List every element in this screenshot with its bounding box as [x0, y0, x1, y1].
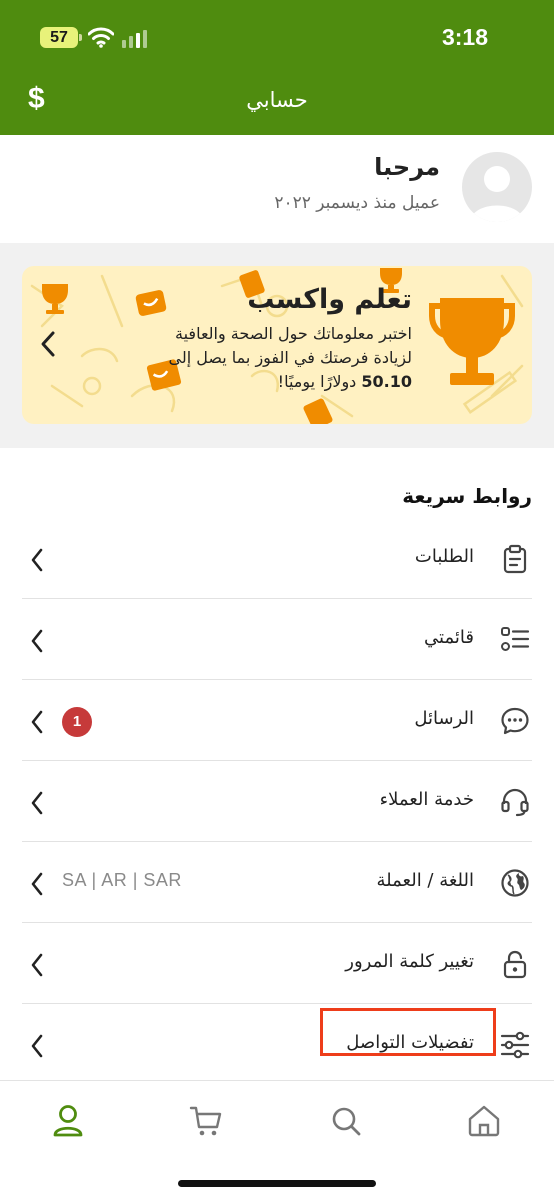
- lock-icon: [503, 950, 527, 979]
- learn-earn-banner[interactable]: تعلم واكسب اختبر معلوماتك حول الصحة والع…: [22, 266, 532, 424]
- banner-line-2: لزيادة فرصتك في الفوز بما يصل إلى: [168, 348, 413, 367]
- menu-item-language-currency[interactable]: اللغة / العملة SA | AR | SAR: [0, 842, 554, 923]
- user-icon[interactable]: [46, 1099, 90, 1143]
- banner-title: تعلم واكسب: [247, 284, 412, 315]
- chevron-left-icon: [31, 710, 43, 734]
- menu-item-change-password[interactable]: تغيير كلمة المرور: [0, 923, 554, 1004]
- menu-item-label: خدمة العملاء: [379, 789, 474, 810]
- chat-bubble-icon: [501, 707, 529, 735]
- nav-bar: $ حسابي: [0, 76, 554, 135]
- menu-item-label: الطلبات: [414, 546, 474, 567]
- user-avatar-icon: [462, 152, 532, 222]
- chevron-left-icon: [31, 872, 43, 896]
- profile-header[interactable]: مرحبا عميل منذ ديسمبر ٢٠٢٢: [0, 135, 554, 243]
- menu-item-communication-preferences[interactable]: تفضيلات التواصل: [0, 1004, 554, 1085]
- menu-item-orders[interactable]: الطلبات: [0, 518, 554, 599]
- sliders-icon: [500, 1031, 530, 1059]
- headset-icon: [501, 788, 529, 817]
- chevron-left-icon: [31, 629, 43, 653]
- promo-section: تعلم واكسب اختبر معلوماتك حول الصحة والع…: [0, 243, 554, 448]
- quick-links-list: الطلبات قائمتي الرسائل 1 خدمة العملاء ال…: [0, 518, 554, 1085]
- quick-links-title: روابط سريعة: [402, 484, 532, 508]
- home-indicator: [178, 1180, 376, 1187]
- member-since: عميل منذ ديسمبر ٢٠٢٢: [274, 193, 440, 213]
- menu-item-customer-service[interactable]: خدمة العملاء: [0, 761, 554, 842]
- menu-item-my-list[interactable]: قائمتي: [0, 599, 554, 680]
- status-bar: 57 3:18: [0, 0, 554, 76]
- chevron-left-icon: [31, 791, 43, 815]
- menu-item-label: تغيير كلمة المرور: [345, 951, 474, 972]
- cart-icon[interactable]: [184, 1099, 228, 1143]
- battery-icon: 57: [40, 27, 78, 48]
- home-icon[interactable]: [462, 1099, 506, 1143]
- trophy-icon: [429, 298, 515, 385]
- banner-line-3-rest: دولارًا يوميًا!: [277, 372, 357, 391]
- greeting: مرحبا: [374, 153, 440, 181]
- banner-line-1: اختبر معلوماتك حول الصحة والعافية: [175, 324, 412, 343]
- menu-item-label: قائمتي: [424, 627, 474, 648]
- search-icon[interactable]: [324, 1099, 368, 1143]
- clock: 3:18: [441, 24, 488, 50]
- banner-description: اختبر معلوماتك حول الصحة والعافية لزيادة…: [82, 322, 413, 394]
- battery-cap: [79, 34, 82, 41]
- cellular-signal-icon: [122, 30, 147, 48]
- wifi-icon: [88, 27, 114, 48]
- banner-line-3: 50.10 دولارًا يوميًا!: [82, 370, 412, 394]
- menu-item-label: اللغة / العملة: [376, 870, 474, 891]
- chevron-left-icon: [31, 953, 43, 977]
- menu-item-messages[interactable]: الرسائل 1: [0, 680, 554, 761]
- unread-badge: 1: [62, 707, 92, 737]
- chevron-left-icon: [31, 1034, 43, 1058]
- menu-item-label: تفضيلات التواصل: [346, 1032, 474, 1053]
- menu-item-label: الرسائل: [414, 708, 474, 729]
- chevron-left-icon[interactable]: [40, 330, 56, 358]
- clipboard-icon: [503, 544, 527, 574]
- list-icon: [501, 627, 530, 651]
- banner-amount: 50.10: [361, 372, 412, 391]
- page-title: حسابي: [246, 88, 308, 112]
- chevron-left-icon: [31, 548, 43, 572]
- language-currency-value: SA | AR | SAR: [62, 870, 182, 890]
- globe-icon: [501, 869, 529, 897]
